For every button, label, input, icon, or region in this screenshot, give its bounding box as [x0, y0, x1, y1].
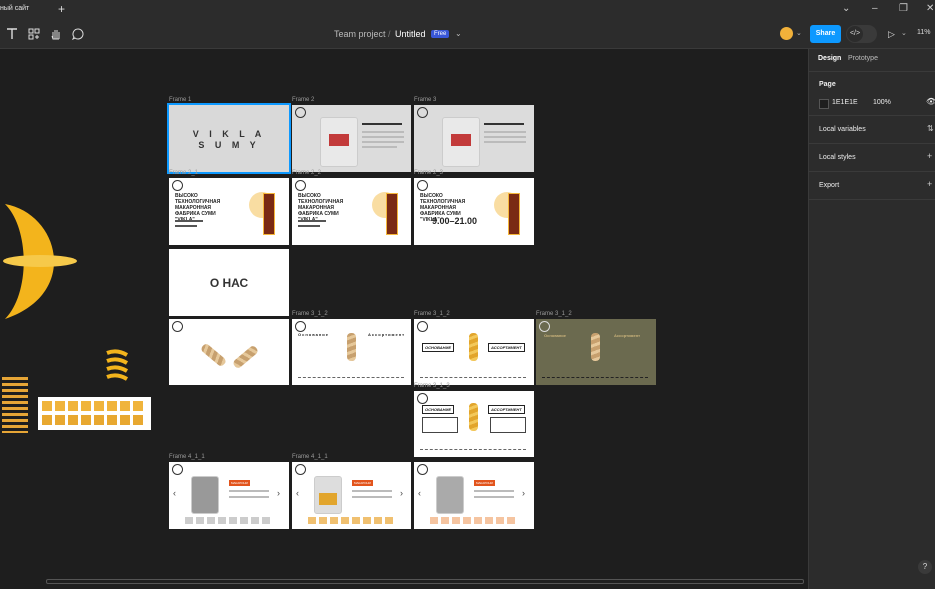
window-titlebar: ный сайт + ⌄ – ❐ ✕ — [0, 0, 935, 20]
page-color-opacity[interactable]: 100% — [873, 99, 891, 106]
comment-tool-icon[interactable] — [71, 27, 85, 41]
present-play-icon[interactable]: ▷ — [888, 29, 895, 40]
chevron-left-icon: ‹ — [173, 488, 176, 498]
zoom-level[interactable]: 11% — [917, 29, 931, 36]
opening-hours: 9.00–21.00 — [432, 216, 478, 226]
frame-heading: ВЫСОКО ТЕХНОЛОГИЧНАЯ МАКАРОННАЯ ФАБРИКА … — [175, 193, 221, 223]
frame-label[interactable]: Frame 3_1_3 — [414, 383, 450, 389]
frame-3-1-2-c[interactable]: Основание Ассортимент — [536, 319, 656, 385]
about-title: О НАС — [209, 276, 249, 290]
frame-left-heading: Основание — [298, 332, 329, 337]
chevron-right-icon: › — [400, 488, 403, 498]
dev-mode-toggle[interactable]: </> — [846, 25, 877, 43]
frame-2-3[interactable]: ВЫСОКО ТЕХНОЛОГИЧНАЯ МАКАРОННАЯ ФАБРИКА … — [414, 178, 534, 245]
close-button[interactable]: ✕ — [926, 3, 934, 14]
frame-label[interactable]: Frame 3_1_2 — [292, 311, 328, 317]
frame-3-1-2-a[interactable]: Основание Ассортимент — [292, 319, 411, 385]
frame-label[interactable]: Frame 2_3 — [414, 170, 443, 176]
components-tool-icon[interactable] — [27, 27, 41, 41]
breadcrumb-team[interactable]: Team project — [334, 29, 386, 39]
frame-about[interactable]: О НАС — [169, 249, 289, 316]
page-section-title: Page — [819, 81, 836, 88]
local-styles-label: Local styles — [819, 154, 856, 161]
frame-heading: ВЫСОКО ТЕХНОЛОГИЧНАЯ МАКАРОННАЯ ФАБРИКА … — [298, 193, 344, 223]
pasta-assortment-image[interactable] — [38, 397, 151, 430]
present-chevron-icon[interactable]: ⌄ — [901, 29, 907, 37]
help-button[interactable]: ? — [918, 560, 932, 574]
tab-design[interactable]: Design — [818, 55, 841, 62]
frame-right-heading: Ассортимент — [368, 332, 406, 337]
browser-tab-title[interactable]: ный сайт — [0, 5, 29, 12]
tab-prototype[interactable]: Prototype — [848, 55, 878, 62]
frame-3-1-2-b[interactable]: ОСНОВАНИЕ АССОРТИМЕНТ — [414, 319, 534, 385]
frame-left-heading: ОСНОВАНИЕ — [422, 405, 455, 414]
file-title[interactable]: Untitled — [395, 29, 426, 39]
frame-left-heading: Основание — [544, 333, 566, 338]
canvas-horizontal-scrollbar[interactable] — [46, 579, 804, 584]
export-label: Export — [819, 182, 840, 189]
main-toolbar: Team project / Untitled Free ⌄ ⌄ Share <… — [0, 20, 935, 49]
text-tool-icon[interactable] — [5, 27, 19, 41]
frame-2-2[interactable]: ВЫСОКО ТЕХНОЛОГИЧНАЯ МАКАРОННАЯ ФАБРИКА … — [292, 178, 411, 245]
variables-settings-icon[interactable]: ⇅ — [927, 124, 934, 133]
fusilli-image[interactable] — [104, 349, 130, 381]
minimize-button[interactable]: – — [872, 3, 878, 14]
product-badge: МАКАРОНИ — [352, 480, 373, 486]
frame-label[interactable]: Frame 2_2 — [292, 170, 321, 176]
chevron-right-icon: › — [522, 488, 525, 498]
pasta-strip-image[interactable] — [2, 377, 28, 433]
logo-text-top: V I K L A — [192, 129, 266, 139]
eye-icon[interactable]: 👁 — [926, 97, 935, 106]
restore-button[interactable]: ❐ — [899, 3, 908, 14]
avatar[interactable] — [780, 27, 793, 40]
frame-2-1[interactable]: ВЫСОКО ТЕХНОЛОГИЧНАЯ МАКАРОННАЯ ФАБРИКА … — [169, 178, 289, 245]
product-badge: МАКАРОНИ — [229, 480, 250, 486]
frame-label[interactable]: Frame 4_1_1 — [169, 454, 205, 460]
frame-label[interactable]: Frame 4_1_1 — [292, 454, 328, 460]
frame-label[interactable]: Frame 3 — [414, 97, 436, 103]
chevron-right-icon: › — [277, 488, 280, 498]
frame-label[interactable]: Frame 3_1_2 — [536, 311, 572, 317]
frame-3-1[interactable] — [169, 319, 289, 385]
frame-3[interactable] — [414, 105, 534, 172]
plan-badge: Free — [431, 30, 450, 38]
frame-label[interactable]: Frame 3_1_2 — [414, 311, 450, 317]
breadcrumb-separator: / — [388, 29, 391, 39]
logo-text-bottom: S U M Y — [198, 140, 260, 150]
code-icon: </> — [847, 26, 863, 42]
frame-4-1-1-c[interactable]: ‹ › МАКАРОНИ — [414, 462, 534, 529]
frame-left-heading: ОСНОВАНИЕ — [422, 343, 455, 352]
frame-right-heading: Ассортимент — [614, 333, 641, 338]
frame-label[interactable]: Frame 2 — [292, 97, 314, 103]
frame-1[interactable]: V I K L A S U M Y — [167, 103, 291, 174]
new-tab-button[interactable]: + — [58, 2, 65, 16]
chevron-left-icon: ‹ — [418, 488, 421, 498]
hand-tool-icon[interactable] — [49, 27, 63, 41]
frame-4-1-1-b[interactable]: ‹ › МАКАРОНИ — [292, 462, 411, 529]
file-menu-chevron-icon[interactable]: ⌄ — [455, 29, 462, 38]
frame-right-heading: АССОРТИМЕНТ — [488, 405, 525, 414]
frame-label[interactable]: Frame 1 — [169, 97, 191, 103]
add-export-icon[interactable]: + — [927, 179, 932, 189]
frame-3-1-3[interactable]: ОСНОВАНИЕ АССОРТИМЕНТ — [414, 391, 534, 457]
frame-2[interactable] — [292, 105, 411, 172]
add-style-icon[interactable]: + — [927, 151, 932, 161]
frame-label[interactable]: Frame 2_1 — [169, 170, 198, 176]
frame-right-heading: АССОРТИМЕНТ — [488, 343, 525, 352]
properties-panel: Design Prototype Page 1E1E1E 100% 👁 Loca… — [808, 49, 935, 589]
pasta-shell-image[interactable] — [0, 199, 80, 324]
chevron-down-icon[interactable]: ⌄ — [842, 3, 850, 14]
share-button[interactable]: Share — [810, 25, 841, 43]
page-color-swatch[interactable] — [819, 99, 829, 109]
page-color-hex[interactable]: 1E1E1E — [832, 99, 858, 106]
design-canvas[interactable]: Frame 1 V I K L A S U M Y Frame 2 Frame … — [0, 49, 808, 589]
product-badge: МАКАРОНИ — [474, 480, 495, 486]
chevron-left-icon: ‹ — [296, 488, 299, 498]
local-variables-label[interactable]: Local variables — [819, 126, 866, 133]
frame-4-1-1-a[interactable]: ‹ › МАКАРОНИ — [169, 462, 289, 529]
avatar-chevron-icon[interactable]: ⌄ — [796, 29, 802, 37]
